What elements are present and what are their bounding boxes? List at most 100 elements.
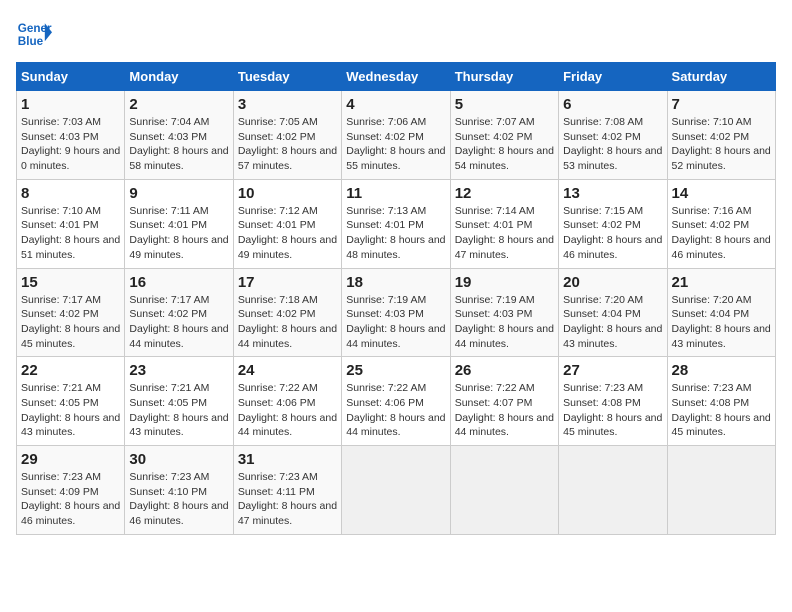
- calendar-cell: 18 Sunrise: 7:19 AMSunset: 4:03 PMDaylig…: [342, 268, 450, 357]
- calendar-cell: 27 Sunrise: 7:23 AMSunset: 4:08 PMDaylig…: [559, 357, 667, 446]
- day-detail: Sunrise: 7:22 AMSunset: 4:06 PMDaylight:…: [238, 382, 337, 438]
- weekday-header-sunday: Sunday: [17, 63, 125, 91]
- calendar-cell: [450, 446, 558, 535]
- day-number: 29: [21, 451, 120, 468]
- calendar-cell: 2 Sunrise: 7:04 AMSunset: 4:03 PMDayligh…: [125, 91, 233, 180]
- calendar-cell: 24 Sunrise: 7:22 AMSunset: 4:06 PMDaylig…: [233, 357, 341, 446]
- calendar-cell: 4 Sunrise: 7:06 AMSunset: 4:02 PMDayligh…: [342, 91, 450, 180]
- calendar-cell: 14 Sunrise: 7:16 AMSunset: 4:02 PMDaylig…: [667, 179, 775, 268]
- day-number: 10: [238, 185, 337, 202]
- calendar-cell: 23 Sunrise: 7:21 AMSunset: 4:05 PMDaylig…: [125, 357, 233, 446]
- day-detail: Sunrise: 7:06 AMSunset: 4:02 PMDaylight:…: [346, 116, 445, 172]
- calendar-cell: 8 Sunrise: 7:10 AMSunset: 4:01 PMDayligh…: [17, 179, 125, 268]
- calendar-cell: 17 Sunrise: 7:18 AMSunset: 4:02 PMDaylig…: [233, 268, 341, 357]
- calendar-cell: 9 Sunrise: 7:11 AMSunset: 4:01 PMDayligh…: [125, 179, 233, 268]
- day-number: 28: [672, 362, 771, 379]
- day-detail: Sunrise: 7:10 AMSunset: 4:01 PMDaylight:…: [21, 205, 120, 261]
- logo: General Blue: [16, 16, 52, 52]
- day-detail: Sunrise: 7:11 AMSunset: 4:01 PMDaylight:…: [129, 205, 228, 261]
- day-detail: Sunrise: 7:17 AMSunset: 4:02 PMDaylight:…: [129, 294, 228, 350]
- day-number: 19: [455, 274, 554, 291]
- calendar-week-row: 15 Sunrise: 7:17 AMSunset: 4:02 PMDaylig…: [17, 268, 776, 357]
- day-detail: Sunrise: 7:12 AMSunset: 4:01 PMDaylight:…: [238, 205, 337, 261]
- day-detail: Sunrise: 7:05 AMSunset: 4:02 PMDaylight:…: [238, 116, 337, 172]
- calendar-cell: 3 Sunrise: 7:05 AMSunset: 4:02 PMDayligh…: [233, 91, 341, 180]
- weekday-header-friday: Friday: [559, 63, 667, 91]
- day-detail: Sunrise: 7:20 AMSunset: 4:04 PMDaylight:…: [672, 294, 771, 350]
- day-detail: Sunrise: 7:23 AMSunset: 4:08 PMDaylight:…: [672, 382, 771, 438]
- day-detail: Sunrise: 7:23 AMSunset: 4:08 PMDaylight:…: [563, 382, 662, 438]
- day-number: 26: [455, 362, 554, 379]
- day-number: 8: [21, 185, 120, 202]
- day-number: 4: [346, 96, 445, 113]
- calendar-cell: 31 Sunrise: 7:23 AMSunset: 4:11 PMDaylig…: [233, 446, 341, 535]
- day-detail: Sunrise: 7:13 AMSunset: 4:01 PMDaylight:…: [346, 205, 445, 261]
- calendar-cell: 22 Sunrise: 7:21 AMSunset: 4:05 PMDaylig…: [17, 357, 125, 446]
- weekday-header-monday: Monday: [125, 63, 233, 91]
- calendar-cell: 19 Sunrise: 7:19 AMSunset: 4:03 PMDaylig…: [450, 268, 558, 357]
- day-detail: Sunrise: 7:22 AMSunset: 4:07 PMDaylight:…: [455, 382, 554, 438]
- calendar-cell: 15 Sunrise: 7:17 AMSunset: 4:02 PMDaylig…: [17, 268, 125, 357]
- calendar-cell: 12 Sunrise: 7:14 AMSunset: 4:01 PMDaylig…: [450, 179, 558, 268]
- day-number: 17: [238, 274, 337, 291]
- day-number: 20: [563, 274, 662, 291]
- calendar-cell: 21 Sunrise: 7:20 AMSunset: 4:04 PMDaylig…: [667, 268, 775, 357]
- day-detail: Sunrise: 7:23 AMSunset: 4:11 PMDaylight:…: [238, 471, 337, 527]
- day-detail: Sunrise: 7:19 AMSunset: 4:03 PMDaylight:…: [455, 294, 554, 350]
- day-number: 7: [672, 96, 771, 113]
- day-number: 3: [238, 96, 337, 113]
- svg-text:Blue: Blue: [18, 35, 44, 48]
- day-detail: Sunrise: 7:03 AMSunset: 4:03 PMDaylight:…: [21, 116, 120, 172]
- calendar-cell: 13 Sunrise: 7:15 AMSunset: 4:02 PMDaylig…: [559, 179, 667, 268]
- calendar-cell: 11 Sunrise: 7:13 AMSunset: 4:01 PMDaylig…: [342, 179, 450, 268]
- weekday-header-thursday: Thursday: [450, 63, 558, 91]
- day-detail: Sunrise: 7:20 AMSunset: 4:04 PMDaylight:…: [563, 294, 662, 350]
- page-header: General Blue: [16, 16, 776, 52]
- day-detail: Sunrise: 7:21 AMSunset: 4:05 PMDaylight:…: [129, 382, 228, 438]
- calendar-cell: 10 Sunrise: 7:12 AMSunset: 4:01 PMDaylig…: [233, 179, 341, 268]
- logo-icon: General Blue: [16, 16, 52, 52]
- calendar-cell: 26 Sunrise: 7:22 AMSunset: 4:07 PMDaylig…: [450, 357, 558, 446]
- day-detail: Sunrise: 7:08 AMSunset: 4:02 PMDaylight:…: [563, 116, 662, 172]
- calendar-week-row: 22 Sunrise: 7:21 AMSunset: 4:05 PMDaylig…: [17, 357, 776, 446]
- day-detail: Sunrise: 7:23 AMSunset: 4:09 PMDaylight:…: [21, 471, 120, 527]
- day-detail: Sunrise: 7:19 AMSunset: 4:03 PMDaylight:…: [346, 294, 445, 350]
- calendar-table: SundayMondayTuesdayWednesdayThursdayFrid…: [16, 62, 776, 535]
- day-number: 22: [21, 362, 120, 379]
- day-number: 27: [563, 362, 662, 379]
- day-number: 25: [346, 362, 445, 379]
- day-detail: Sunrise: 7:04 AMSunset: 4:03 PMDaylight:…: [129, 116, 228, 172]
- calendar-cell: 6 Sunrise: 7:08 AMSunset: 4:02 PMDayligh…: [559, 91, 667, 180]
- calendar-cell: [667, 446, 775, 535]
- day-detail: Sunrise: 7:23 AMSunset: 4:10 PMDaylight:…: [129, 471, 228, 527]
- day-number: 13: [563, 185, 662, 202]
- calendar-cell: 20 Sunrise: 7:20 AMSunset: 4:04 PMDaylig…: [559, 268, 667, 357]
- day-number: 21: [672, 274, 771, 291]
- calendar-week-row: 8 Sunrise: 7:10 AMSunset: 4:01 PMDayligh…: [17, 179, 776, 268]
- day-detail: Sunrise: 7:15 AMSunset: 4:02 PMDaylight:…: [563, 205, 662, 261]
- day-number: 12: [455, 185, 554, 202]
- day-number: 1: [21, 96, 120, 113]
- calendar-cell: 29 Sunrise: 7:23 AMSunset: 4:09 PMDaylig…: [17, 446, 125, 535]
- day-number: 11: [346, 185, 445, 202]
- day-detail: Sunrise: 7:07 AMSunset: 4:02 PMDaylight:…: [455, 116, 554, 172]
- day-number: 16: [129, 274, 228, 291]
- calendar-cell: 16 Sunrise: 7:17 AMSunset: 4:02 PMDaylig…: [125, 268, 233, 357]
- day-number: 6: [563, 96, 662, 113]
- calendar-cell: 28 Sunrise: 7:23 AMSunset: 4:08 PMDaylig…: [667, 357, 775, 446]
- day-detail: Sunrise: 7:16 AMSunset: 4:02 PMDaylight:…: [672, 205, 771, 261]
- day-number: 30: [129, 451, 228, 468]
- calendar-week-row: 29 Sunrise: 7:23 AMSunset: 4:09 PMDaylig…: [17, 446, 776, 535]
- calendar-cell: 30 Sunrise: 7:23 AMSunset: 4:10 PMDaylig…: [125, 446, 233, 535]
- day-number: 5: [455, 96, 554, 113]
- day-number: 14: [672, 185, 771, 202]
- calendar-cell: [559, 446, 667, 535]
- day-detail: Sunrise: 7:10 AMSunset: 4:02 PMDaylight:…: [672, 116, 771, 172]
- calendar-cell: [342, 446, 450, 535]
- calendar-cell: 5 Sunrise: 7:07 AMSunset: 4:02 PMDayligh…: [450, 91, 558, 180]
- day-number: 18: [346, 274, 445, 291]
- day-detail: Sunrise: 7:14 AMSunset: 4:01 PMDaylight:…: [455, 205, 554, 261]
- day-number: 2: [129, 96, 228, 113]
- day-number: 23: [129, 362, 228, 379]
- day-number: 31: [238, 451, 337, 468]
